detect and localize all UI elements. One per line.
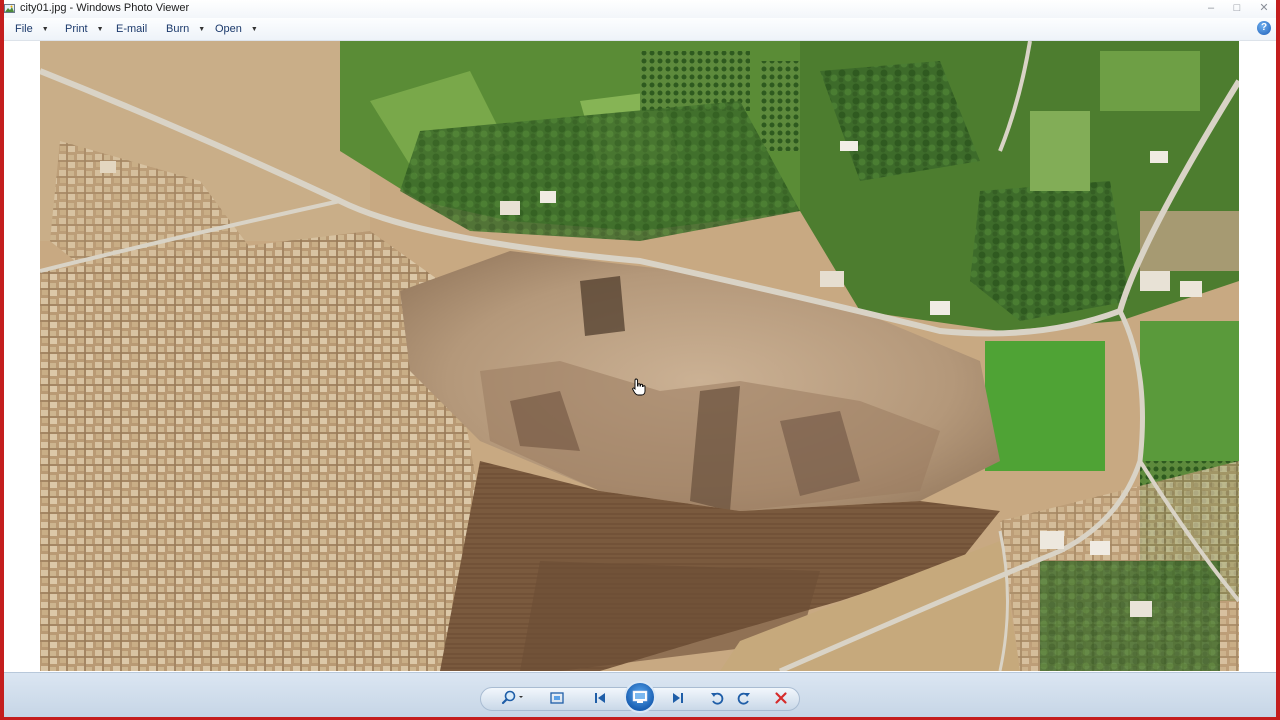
menu-open-label: Open	[215, 23, 242, 35]
menu-print[interactable]: Print ▼	[65, 22, 104, 36]
menu-email-label: E-mail	[116, 23, 148, 35]
menu-file[interactable]: File ▼	[15, 22, 49, 36]
previous-button[interactable]	[590, 689, 610, 707]
actual-size-button[interactable]	[547, 689, 567, 707]
zoom-button[interactable]	[500, 689, 526, 707]
actual-size-icon	[550, 692, 564, 704]
menu-email[interactable]: E-mail	[116, 22, 147, 36]
window-border-left	[0, 0, 4, 720]
slideshow-button[interactable]	[624, 681, 656, 713]
window-title: city01.jpg - Windows Photo Viewer	[20, 2, 190, 14]
maximize-button[interactable]: □	[1228, 2, 1246, 14]
menu-burn-label: Burn	[166, 23, 190, 35]
title-bar[interactable]: city01.jpg - Windows Photo Viewer – □ ✕	[0, 0, 1280, 19]
chevron-down-icon: ▼	[96, 25, 104, 33]
menu-print-label: Print	[65, 23, 88, 35]
chevron-down-icon: ▼	[198, 25, 206, 33]
minimize-button[interactable]: –	[1202, 2, 1220, 14]
next-icon	[673, 693, 683, 703]
menu-burn[interactable]: Burn ▼	[166, 22, 205, 36]
rotate-counterclockwise-button[interactable]	[707, 689, 727, 707]
chevron-down-icon: ▼	[250, 25, 258, 33]
next-button[interactable]	[668, 689, 688, 707]
zoom-icon	[501, 690, 523, 705]
previous-icon	[595, 693, 605, 703]
hand-cursor-icon	[632, 378, 646, 396]
rotate-counterclockwise-icon	[711, 692, 724, 705]
aerial-photo-image	[40, 41, 1239, 671]
menu-open[interactable]: Open ▼	[215, 22, 258, 36]
close-button[interactable]: ✕	[1251, 2, 1277, 14]
window-border-right	[1276, 0, 1280, 720]
rotate-clockwise-icon	[737, 692, 750, 705]
photo-viewer-app-icon	[4, 4, 15, 13]
menu-file-label: File	[15, 23, 33, 35]
chevron-down-icon: ▼	[41, 25, 49, 33]
rotate-clockwise-button[interactable]	[734, 689, 754, 707]
delete-icon	[775, 692, 787, 704]
slideshow-icon	[632, 690, 648, 703]
photo-display[interactable]	[40, 41, 1239, 671]
menu-bar: File ▼ Print ▼ E-mail Burn ▼ Open ▼ ?	[0, 18, 1280, 41]
help-icon[interactable]: ?	[1257, 21, 1271, 35]
delete-button[interactable]	[771, 689, 791, 707]
